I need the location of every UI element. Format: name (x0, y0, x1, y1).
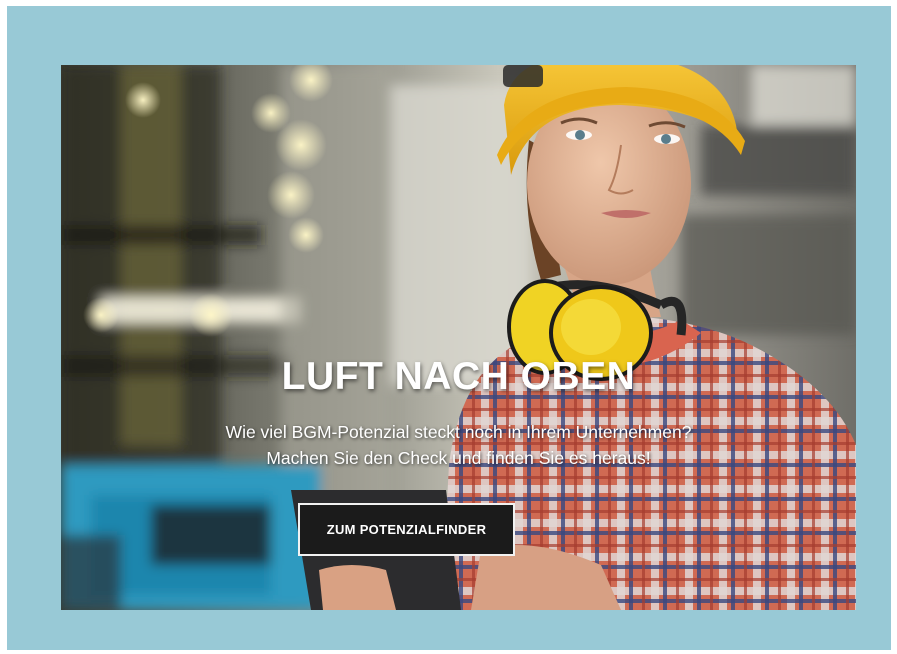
hero-headline: LUFT NACH OBEN (281, 355, 636, 398)
hero-banner: LUFT NACH OBEN Wie viel BGM-Potenzial st… (61, 65, 856, 610)
potenzialfinder-button[interactable]: ZUM POTENZIALFINDER (298, 503, 515, 556)
hero-subline-1: Wie viel BGM-Potenzial steckt noch in Ih… (225, 422, 692, 442)
banner-frame: LUFT NACH OBEN Wie viel BGM-Potenzial st… (7, 6, 891, 650)
hero-content: LUFT NACH OBEN Wie viel BGM-Potenzial st… (61, 65, 856, 610)
hero-subline-2: Machen Sie den Check und finden Sie es h… (266, 448, 651, 468)
